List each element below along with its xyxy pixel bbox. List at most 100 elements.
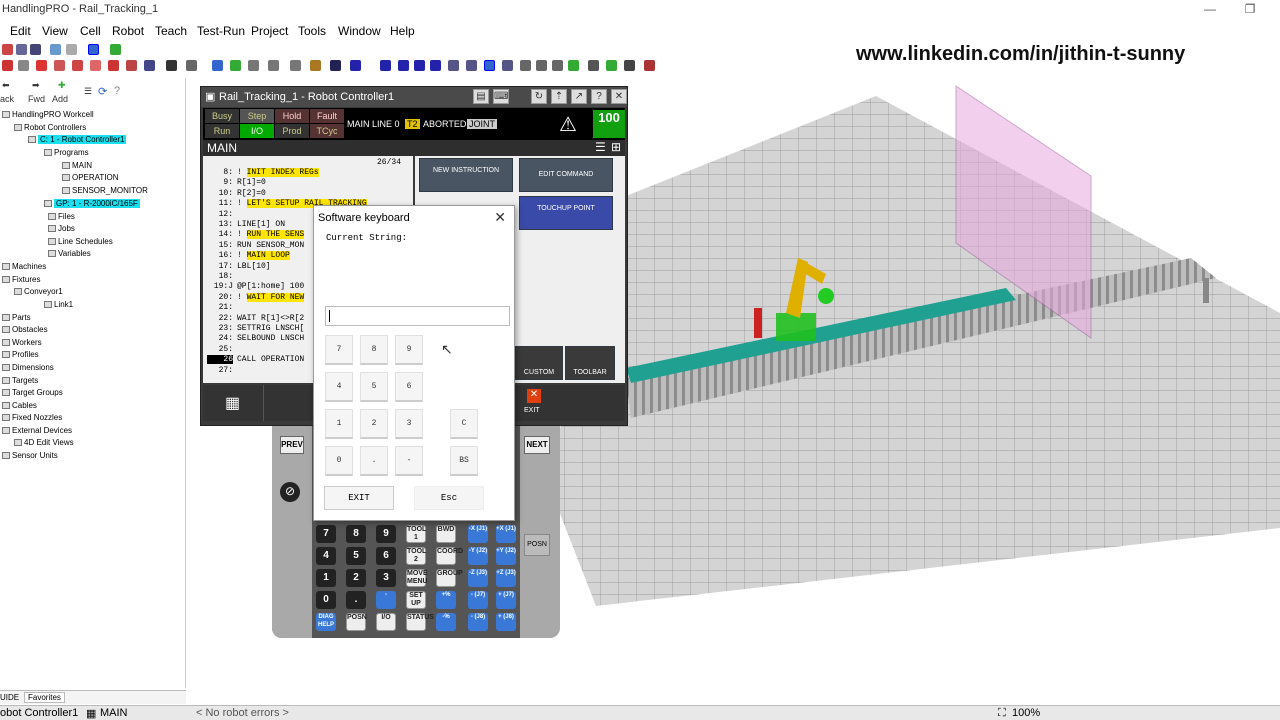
keyboard-key[interactable]: 7 bbox=[325, 335, 353, 365]
keyboard-exit-button[interactable]: EXIT bbox=[324, 486, 394, 510]
toolbar-button[interactable]: TOOLBAR bbox=[565, 346, 615, 380]
pendant-key[interactable]: COORD bbox=[436, 547, 463, 565]
split-view-icon[interactable]: ⊞ bbox=[611, 140, 621, 154]
pendant-key[interactable]: . bbox=[346, 591, 366, 609]
pendant-key[interactable]: 6 bbox=[376, 547, 396, 565]
tree-item-sensor-monitor[interactable]: SENSOR_MONITOR bbox=[62, 186, 148, 195]
menu-window[interactable]: Window bbox=[338, 24, 381, 38]
pendant-key[interactable]: POSN bbox=[346, 613, 367, 631]
properties-icon[interactable]: ☰ bbox=[84, 86, 92, 97]
keyboard-key[interactable]: 6 bbox=[395, 372, 423, 402]
menu-help[interactable]: Help bbox=[390, 24, 415, 38]
touchup-point-button[interactable]: TOUCHUP POINT bbox=[519, 196, 613, 230]
pendant-key[interactable]: 4 bbox=[316, 547, 336, 565]
pendant-key[interactable]: GROUP bbox=[436, 569, 463, 587]
back-label[interactable]: ack bbox=[0, 94, 14, 104]
new-icon[interactable] bbox=[2, 44, 13, 55]
view-icon-7[interactable] bbox=[552, 60, 563, 71]
pendant-key[interactable]: MOVE MENU bbox=[406, 569, 428, 587]
tab-favorites[interactable]: Favorites bbox=[24, 692, 65, 703]
teach-icon-5[interactable] bbox=[290, 60, 301, 71]
teach-icon-6[interactable] bbox=[310, 60, 321, 71]
pendant-key[interactable]: +% bbox=[436, 591, 456, 609]
view-icon-9[interactable] bbox=[588, 60, 599, 71]
program-line[interactable]: 23: SETTRIG LNSCH[ bbox=[207, 324, 305, 333]
tree-item-controller1[interactable]: C: 1 - Robot Controller1 bbox=[28, 135, 127, 144]
program-line[interactable]: 12: bbox=[207, 210, 237, 219]
tool-icon-1[interactable] bbox=[2, 60, 13, 71]
tp-external-icon[interactable]: ↗ bbox=[571, 89, 587, 104]
pendant-key[interactable]: 5 bbox=[346, 547, 366, 565]
program-line[interactable]: 20:! WAIT FOR NEW bbox=[207, 292, 305, 302]
keyboard-key[interactable]: 3 bbox=[395, 409, 423, 439]
tree-item-workcell[interactable]: HandlingPRO Workcell bbox=[2, 110, 94, 119]
view-icon-2[interactable] bbox=[466, 60, 477, 71]
view-icon-10[interactable] bbox=[606, 60, 617, 71]
tree-item-main[interactable]: MAIN bbox=[62, 161, 92, 170]
pendant-key[interactable]: STATUS bbox=[406, 613, 434, 631]
tree-item-robot-group[interactable]: GP: 1 - R-2000iC/165F bbox=[44, 199, 140, 208]
grid-menu-icon[interactable]: ▦ bbox=[225, 393, 240, 413]
tree-item-targets[interactable]: Targets bbox=[2, 376, 38, 385]
enable-switch-icon[interactable]: ⊘ bbox=[280, 482, 300, 502]
tab-guide[interactable]: UIDE bbox=[0, 693, 19, 702]
exit-icon[interactable]: ✕ bbox=[527, 389, 541, 403]
program-line[interactable]: 21: bbox=[207, 303, 237, 312]
undo-icon[interactable] bbox=[50, 44, 61, 55]
tree-item-cables[interactable]: Cables bbox=[2, 401, 37, 410]
forward-icon[interactable]: ➡ bbox=[32, 80, 40, 91]
menu-tools[interactable]: Tools bbox=[298, 24, 326, 38]
view-icon-5[interactable] bbox=[520, 60, 531, 71]
view-icon-3[interactable] bbox=[484, 60, 495, 71]
program-line[interactable]: 17: LBL[10] bbox=[207, 262, 271, 271]
menu-project[interactable]: Project bbox=[251, 24, 288, 38]
program-line[interactable]: 8:! INIT INDEX REGs bbox=[207, 168, 319, 177]
pendant-key[interactable]: + (J8) bbox=[496, 613, 516, 631]
program-line[interactable]: 13: LINE[1] ON bbox=[207, 220, 285, 229]
forward-label[interactable]: Fwd bbox=[28, 94, 45, 104]
tree-item-workers[interactable]: Workers bbox=[2, 338, 42, 347]
tree-item-external-devices[interactable]: External Devices bbox=[2, 426, 72, 435]
pendant-key[interactable]: BWD bbox=[436, 525, 456, 543]
program-line[interactable]: 15: RUN SENSOR_MON bbox=[207, 241, 305, 250]
edit-command-button[interactable]: EDIT COMMAND bbox=[519, 158, 613, 192]
tree-item-robot-controllers[interactable]: Robot Controllers bbox=[14, 123, 86, 132]
teach-icon-2[interactable] bbox=[230, 60, 241, 71]
tp-close-icon[interactable]: ✕ bbox=[611, 89, 627, 104]
tool-icon-8[interactable] bbox=[126, 60, 137, 71]
tool-icon-7[interactable] bbox=[108, 60, 119, 71]
pendant-key[interactable]: DIAG HELP bbox=[316, 613, 336, 631]
menu-cell[interactable]: Cell bbox=[80, 24, 101, 38]
keyboard-key[interactable]: 4 bbox=[325, 372, 353, 402]
program-line[interactable]: 24: SELBOUND LNSCH bbox=[207, 334, 305, 343]
tool-icon-9[interactable] bbox=[144, 60, 155, 71]
tree-item-obstacles[interactable]: Obstacles bbox=[2, 325, 48, 334]
record-icon[interactable] bbox=[330, 60, 341, 71]
new-instruction-button[interactable]: NEW INSTRUCTION bbox=[419, 158, 513, 192]
pendant-key[interactable]: SET UP bbox=[406, 591, 426, 609]
tp-help-icon[interactable]: ? bbox=[591, 89, 607, 104]
pendant-key[interactable]: + (J7) bbox=[496, 591, 516, 609]
tree-item-conveyor1[interactable]: Conveyor1 bbox=[14, 287, 63, 296]
tree-item-dimensions[interactable]: Dimensions bbox=[2, 363, 54, 372]
pendant-key[interactable]: 1 bbox=[316, 569, 336, 587]
exit-button[interactable]: EXIT bbox=[524, 407, 540, 414]
teach-icon-1[interactable] bbox=[212, 60, 223, 71]
program-line[interactable]: 10: R[2]=0 bbox=[207, 189, 266, 198]
program-line[interactable]: 26 CALL OPERATION bbox=[207, 355, 304, 365]
pendant-key[interactable]: -Y (J2) bbox=[468, 547, 488, 565]
pendant-key[interactable]: I/O bbox=[376, 613, 396, 631]
custom-button[interactable]: CUSTOM bbox=[515, 346, 563, 380]
pendant-key[interactable]: -Z (J3) bbox=[468, 569, 488, 587]
stop-icon[interactable] bbox=[398, 60, 409, 71]
pendant-key[interactable]: - (J7) bbox=[468, 591, 488, 609]
pendant-key[interactable]: - bbox=[376, 591, 396, 609]
tool-icon-5[interactable] bbox=[72, 60, 83, 71]
pendant-key[interactable]: - (J8) bbox=[468, 613, 488, 631]
save-icon[interactable] bbox=[30, 44, 41, 55]
add-icon[interactable]: ✚ bbox=[58, 80, 66, 91]
program-line[interactable]: 18: bbox=[207, 272, 237, 281]
tree-item-machines[interactable]: Machines bbox=[2, 262, 46, 271]
menu-teach[interactable]: Teach bbox=[155, 24, 187, 38]
open-icon[interactable] bbox=[16, 44, 27, 55]
